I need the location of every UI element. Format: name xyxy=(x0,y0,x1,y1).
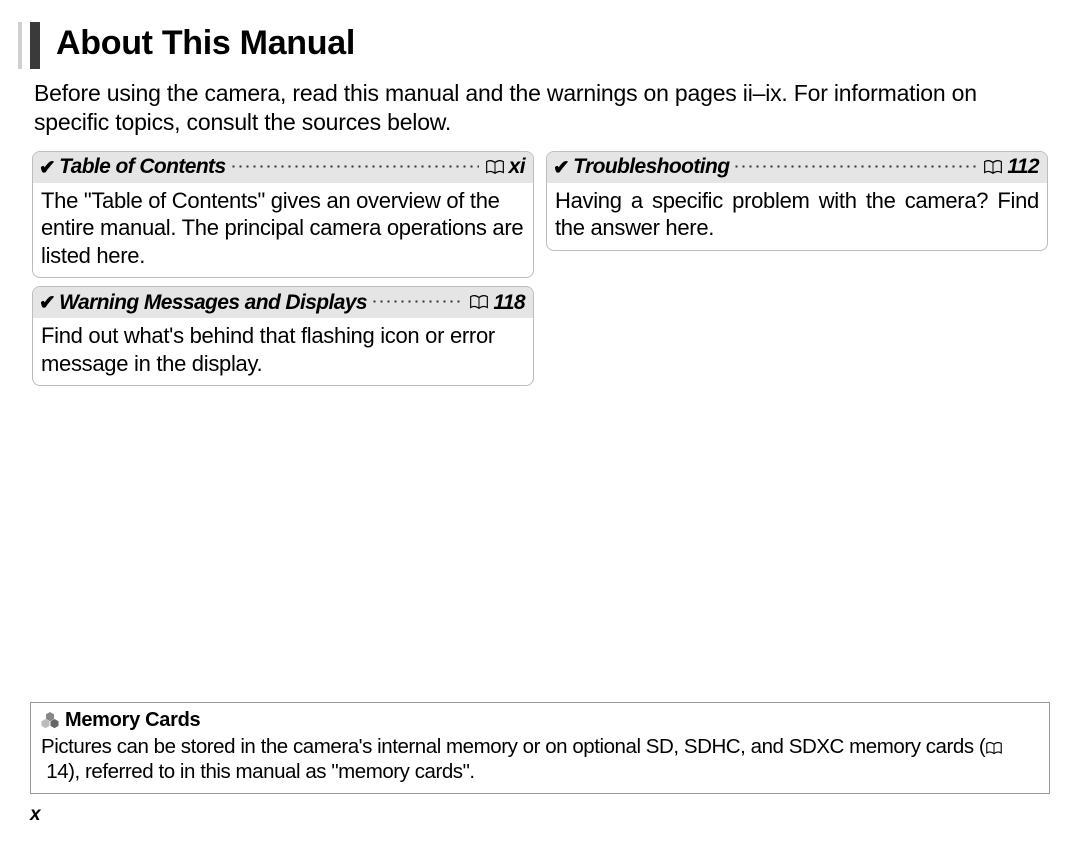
leader-dots xyxy=(230,164,479,169)
note-title: Memory Cards xyxy=(65,709,200,732)
page-title: About This Manual xyxy=(56,24,1050,63)
note-body: Pictures can be stored in the camera's i… xyxy=(41,734,1039,785)
title-block: About This Manual xyxy=(30,22,1050,69)
check-icon: ✔ xyxy=(39,155,55,180)
note-body-post: ), referred to in this manual as "memory… xyxy=(68,760,475,783)
left-column: ✔ Table of Contents xi The "Table of Con… xyxy=(32,151,534,387)
page-reference: 112 xyxy=(1007,155,1039,179)
card-title: Table of Contents xyxy=(59,155,225,179)
leader-dots xyxy=(371,299,463,304)
cluster-icon xyxy=(41,712,59,728)
book-icon xyxy=(985,742,1003,755)
note-header: Memory Cards xyxy=(41,709,1039,732)
card-warning-messages: ✔ Warning Messages and Displays 118 Find… xyxy=(32,286,534,386)
check-icon: ✔ xyxy=(39,290,55,315)
card-table-of-contents: ✔ Table of Contents xi The "Table of Con… xyxy=(32,151,534,279)
page-number: x xyxy=(30,804,41,826)
manual-page: About This Manual Before using the camer… xyxy=(30,22,1050,822)
intro-paragraph: Before using the camera, read this manua… xyxy=(34,79,1046,137)
card-header: ✔ Table of Contents xi xyxy=(33,152,533,183)
note-body-pre: Pictures can be stored in the camera's i… xyxy=(41,735,985,758)
book-icon xyxy=(485,160,505,175)
info-columns: ✔ Table of Contents xi The "Table of Con… xyxy=(30,151,1050,387)
leader-dots xyxy=(733,164,977,169)
card-title: Warning Messages and Displays xyxy=(59,291,367,315)
page-reference: 118 xyxy=(493,291,525,315)
card-header: ✔ Warning Messages and Displays 118 xyxy=(33,287,533,318)
check-icon: ✔ xyxy=(553,155,569,180)
right-column: ✔ Troubleshooting 112 Having a specific … xyxy=(546,151,1048,387)
card-header: ✔ Troubleshooting 112 xyxy=(547,152,1047,183)
book-icon xyxy=(983,160,1003,175)
book-icon xyxy=(469,295,489,310)
note-body-page: 14 xyxy=(46,760,68,783)
card-troubleshooting: ✔ Troubleshooting 112 Having a specific … xyxy=(546,151,1048,251)
card-body: The "Table of Contents" gives an overvie… xyxy=(33,183,533,278)
note-memory-cards: Memory Cards Pictures can be stored in t… xyxy=(30,702,1050,794)
page-reference: xi xyxy=(509,155,525,179)
card-body: Find out what's behind that flashing ico… xyxy=(33,318,533,385)
card-title: Troubleshooting xyxy=(573,155,729,179)
card-body: Having a specific problem with the camer… xyxy=(547,183,1047,250)
